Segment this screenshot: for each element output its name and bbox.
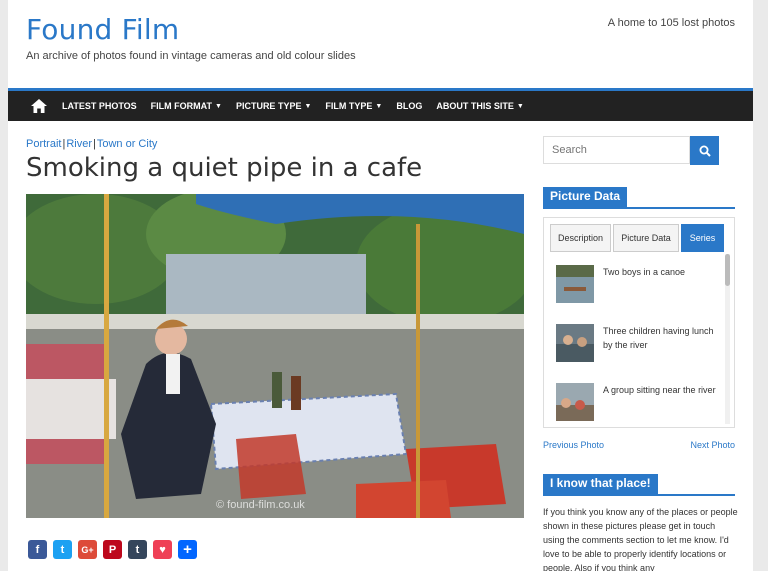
nav-label: PICTURE TYPE <box>235 101 302 111</box>
page: Found Film An archive of photos found in… <box>8 0 753 571</box>
nav-picture-type[interactable]: PICTURE TYPE ▼ <box>236 101 311 111</box>
search-button[interactable] <box>690 136 719 165</box>
nav-label: FILM FORMAT <box>150 101 212 111</box>
nav-blog[interactable]: BLOG <box>396 101 422 111</box>
tab-picture-data[interactable]: Picture Data <box>613 224 679 252</box>
previous-photo-link[interactable]: Previous Photo <box>543 440 604 450</box>
tumblr-icon[interactable]: t <box>128 540 147 559</box>
series-caption[interactable]: Two boys in a canoe <box>603 265 723 279</box>
list-item[interactable]: Three children having lunch by the river <box>556 324 724 364</box>
nav-film-type[interactable]: FILM TYPE ▼ <box>325 101 382 111</box>
tab-series[interactable]: Series <box>681 224 724 252</box>
home-icon[interactable] <box>30 99 48 113</box>
nav-label: FILM TYPE <box>325 101 373 111</box>
series-thumbnail[interactable] <box>556 265 594 303</box>
main-nav: LATEST PHOTOS FILM FORMAT ▼ PICTURE TYPE ▼… <box>8 88 753 121</box>
nav-film-format[interactable]: FILM FORMAT ▼ <box>151 101 222 111</box>
series-thumbnail[interactable] <box>556 383 594 421</box>
category-link-town[interactable]: Town or City <box>97 138 158 150</box>
nav-about[interactable]: ABOUT THIS SITE ▼ <box>436 101 523 111</box>
list-item[interactable]: A group sitting near the river <box>556 383 724 423</box>
category-link-portrait[interactable]: Portrait <box>26 138 61 150</box>
scrollbar-thumb[interactable] <box>725 254 730 286</box>
nav-label: ABOUT THIS SITE <box>436 101 514 111</box>
tab-description[interactable]: Description <box>550 224 611 252</box>
list-item[interactable]: Two boys in a canoe <box>556 265 724 305</box>
know-place-text: If you think you know any of the places … <box>543 507 738 571</box>
chevron-down-icon: ▼ <box>215 102 222 110</box>
site-description: An archive of photos found in vintage ca… <box>26 50 356 62</box>
pinterest-icon[interactable]: P <box>103 540 122 559</box>
header-tagline: A home to 105 lost photos <box>607 17 735 29</box>
series-list: Two boys in a canoe Three children havin… <box>544 252 724 427</box>
cafe-photo-illustration <box>26 194 524 518</box>
category-separator: | <box>62 138 66 150</box>
search-input[interactable] <box>543 136 690 164</box>
site-title[interactable]: Found Film <box>26 13 179 46</box>
facebook-icon[interactable]: f <box>28 540 47 559</box>
nav-label: BLOG <box>396 101 423 111</box>
post-photo[interactable]: © found-film.co.uk <box>26 194 524 518</box>
widget-title: Picture Data <box>543 187 628 207</box>
picture-tabs: Description Picture Data Series Two boys… <box>543 217 735 428</box>
know-place-heading: I know that place! <box>543 474 735 496</box>
widget-title: I know that place! <box>543 474 658 494</box>
share-bar: f t G+ P t ♥ + <box>28 540 203 559</box>
series-scrollbar[interactable] <box>725 254 730 424</box>
google-plus-icon[interactable]: G+ <box>78 540 97 559</box>
chevron-down-icon: ▼ <box>304 102 312 110</box>
category-link-river[interactable]: River <box>66 138 92 150</box>
category-separator: | <box>93 138 96 150</box>
picture-data-heading: Picture Data <box>543 187 735 209</box>
twitter-icon[interactable]: t <box>53 540 72 559</box>
next-photo-link[interactable]: Next Photo <box>690 440 735 450</box>
chevron-down-icon: ▼ <box>375 102 383 110</box>
share-plus-icon[interactable]: + <box>178 540 197 559</box>
chevron-down-icon: ▼ <box>516 102 524 110</box>
nav-latest-photos[interactable]: LATEST PHOTOS <box>62 101 137 111</box>
pocket-icon[interactable]: ♥ <box>153 540 172 559</box>
series-caption[interactable]: A group sitting near the river <box>603 383 723 397</box>
search-icon <box>699 145 711 157</box>
series-thumbnail[interactable] <box>556 324 594 362</box>
post-categories: Portrait|River|Town or City <box>26 138 157 150</box>
series-caption[interactable]: Three children having lunch by the river <box>603 324 723 352</box>
photo-watermark: © found-film.co.uk <box>216 499 305 511</box>
post-title: Smoking a quiet pipe in a cafe <box>26 153 423 183</box>
nav-label: LATEST PHOTOS <box>62 101 137 111</box>
